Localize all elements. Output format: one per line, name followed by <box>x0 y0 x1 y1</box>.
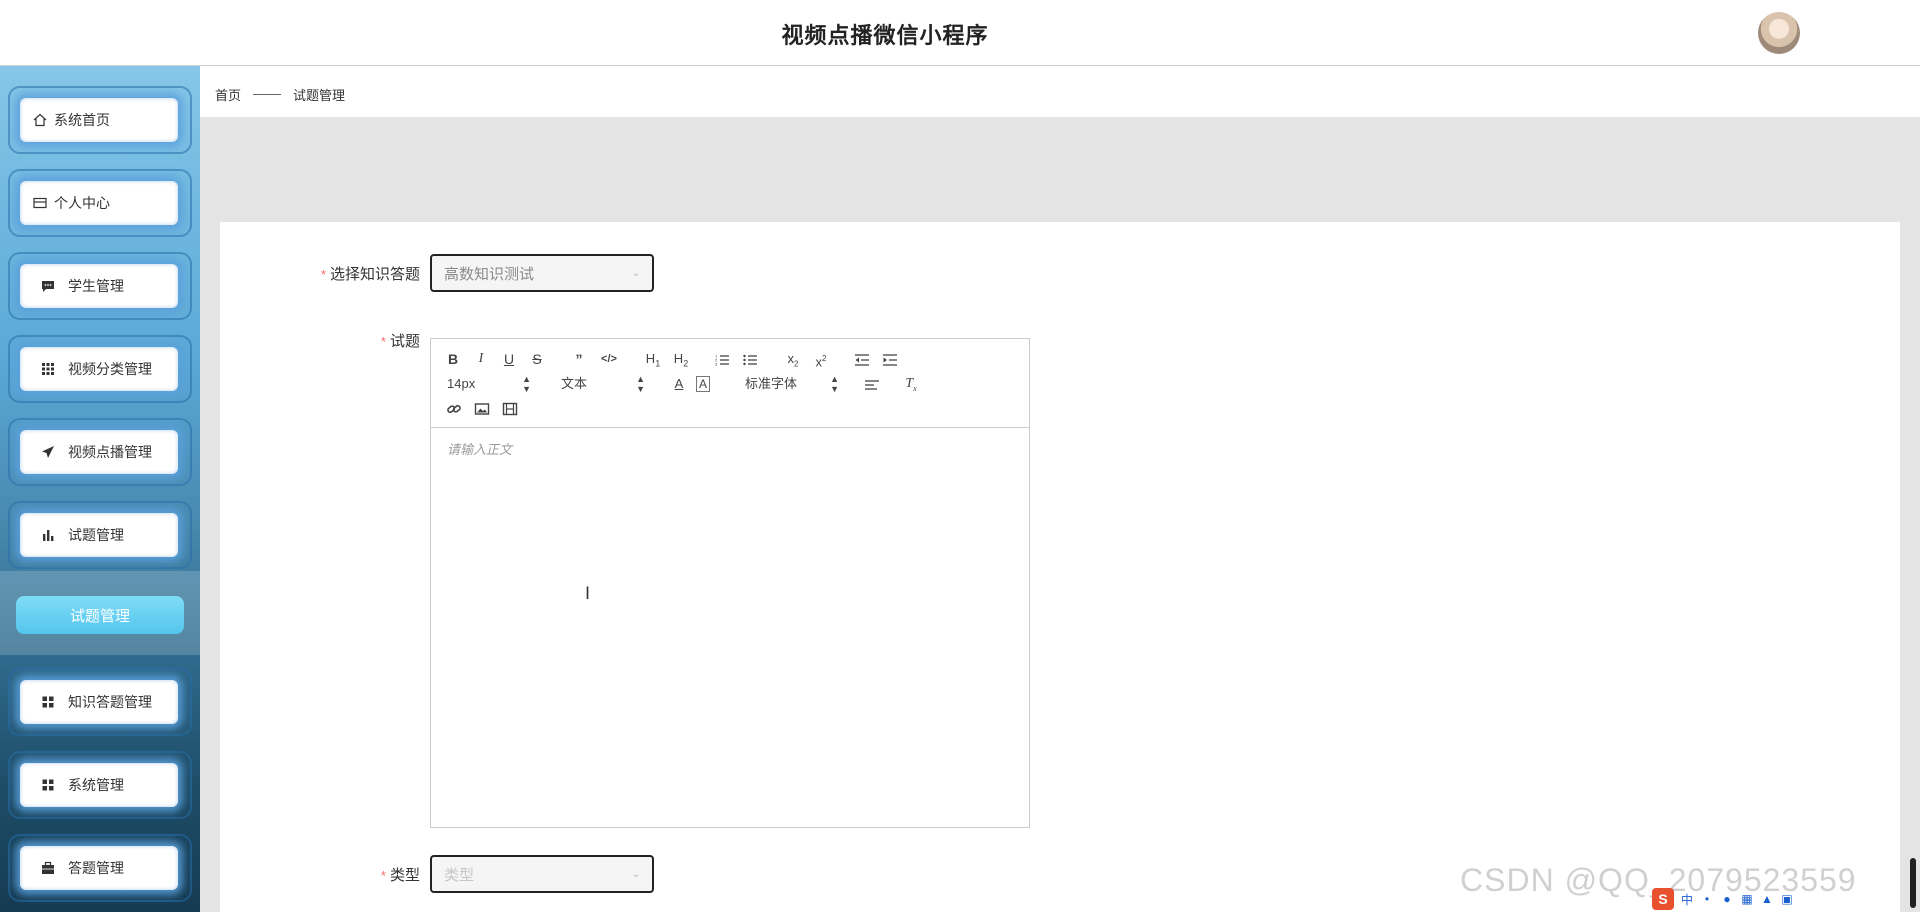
editor-placeholder: 请输入正文 <box>447 442 513 457</box>
keyboard-icon[interactable]: ▦ <box>1740 892 1754 906</box>
clear-format-icon[interactable]: Tx <box>901 374 921 394</box>
app-title: 视频点播微信小程序 <box>781 23 989 48</box>
sidebar-item-students[interactable]: 学生管理 <box>8 252 192 320</box>
sidebar-item-label: 答题管理 <box>68 860 124 876</box>
sidebar-button-profile[interactable]: 个人中心 <box>20 181 178 225</box>
sidebar-item-label: 学生管理 <box>68 278 124 294</box>
font-family-select[interactable]: 标准字体 ▲ ▼ <box>745 374 839 394</box>
image-icon[interactable] <box>473 398 491 418</box>
outdent-icon[interactable] <box>853 349 871 369</box>
code-block-icon[interactable]: </> <box>599 349 619 369</box>
sidebar-button-knowledge-quiz[interactable]: 知识答题管理 <box>20 680 178 724</box>
font-size-select[interactable]: 14px ▲ ▼ <box>447 374 531 394</box>
home-icon <box>32 112 48 128</box>
submenu-item-questions[interactable]: 试题管理 <box>16 596 184 634</box>
sidebar-button-video-category[interactable]: 视频分类管理 <box>20 347 178 391</box>
text-color-icon[interactable]: A <box>671 374 687 394</box>
type-label: * 类型 <box>380 867 420 884</box>
bold-button[interactable]: B <box>445 349 461 369</box>
italic-button[interactable]: I <box>473 349 489 369</box>
sidebar-item-knowledge-quiz[interactable]: 知识答题管理 <box>8 668 192 736</box>
sidebar-button-video-vod[interactable]: 视频点播管理 <box>20 430 178 474</box>
knowledge-quiz-select[interactable]: 高数知识测试 ⌄ <box>430 254 654 292</box>
user-avatar[interactable] <box>1758 12 1800 54</box>
underline-button[interactable]: U <box>501 349 517 369</box>
svg-text:3: 3 <box>715 362 718 367</box>
sidebar-item-label: 系统首页 <box>54 112 110 128</box>
select-arrows-icon: ▲ ▼ <box>636 374 645 394</box>
sidebar-item-label: 视频分类管理 <box>68 361 152 377</box>
ordered-list-icon[interactable]: 123 <box>713 349 731 369</box>
background-color-icon[interactable]: A <box>695 374 711 394</box>
sidebar-item-profile[interactable]: 个人中心 <box>8 169 192 237</box>
video-icon[interactable] <box>501 398 519 418</box>
link-icon[interactable] <box>445 398 463 418</box>
chinese-input-icon[interactable]: 中 <box>1680 892 1694 907</box>
sidebar-item-label: 系统管理 <box>68 777 124 793</box>
editor-toolbar: B I U S ” </> H1 H2 123 x2 x2 14px ▲ ▼ 文本 ▲… <box>431 339 1029 428</box>
superscript-button[interactable]: x2 <box>811 349 831 369</box>
bullet-list-icon[interactable] <box>741 349 759 369</box>
apps-icon <box>40 694 56 710</box>
ime-tray: S 中 • ● ▦ ▲ ▣ <box>1652 888 1794 910</box>
breadcrumb-home[interactable]: 首页 <box>215 85 241 104</box>
subscript-button[interactable]: x2 <box>783 349 803 369</box>
skin-icon[interactable]: ▲ <box>1760 892 1774 906</box>
briefcase-icon <box>40 860 56 876</box>
sidebar-item-label: 试题管理 <box>68 527 124 543</box>
required-mark: * <box>320 267 326 282</box>
knowledge-quiz-label: * 选择知识答题 <box>320 266 420 283</box>
heading-1-button[interactable]: H1 <box>643 349 663 369</box>
required-mark: * <box>380 868 386 883</box>
sidebar-button-students[interactable]: 学生管理 <box>20 264 178 308</box>
strike-button[interactable]: S <box>529 349 545 369</box>
type-select[interactable]: 类型 ⌄ <box>430 855 654 893</box>
text-cursor-icon: I <box>585 584 591 604</box>
breadcrumb-current: 试题管理 <box>293 88 346 103</box>
sogou-ime-icon[interactable]: S <box>1652 888 1674 910</box>
select-arrows-icon: ▲ ▼ <box>830 374 839 394</box>
select-arrows-icon: ▲ ▼ <box>522 374 531 394</box>
chevron-down-icon: ⌄ <box>631 268 640 279</box>
sidebar-button-questions[interactable]: 试题管理 <box>20 513 178 557</box>
sidebar-item-home[interactable]: 系统首页 <box>8 86 192 154</box>
sidebar-item-questions[interactable]: 试题管理 <box>8 501 192 569</box>
sidebar-item-video-category[interactable]: 视频分类管理 <box>8 335 192 403</box>
sidebar-button-home[interactable]: 系统首页 <box>20 98 178 142</box>
sidebar: 系统首页 个人中心 学生管理 视频分类管理 视频点播管理 试题管理 试题管理 知… <box>0 66 200 912</box>
microphone-icon[interactable]: ● <box>1720 892 1734 906</box>
sidebar-item-label: 视频点播管理 <box>68 444 152 460</box>
block-format-select[interactable]: 文本 ▲ ▼ <box>561 374 645 394</box>
question-label: * 试题 <box>380 333 420 350</box>
apps-icon <box>40 777 56 793</box>
type-placeholder: 类型 <box>444 866 475 884</box>
blockquote-icon[interactable]: ” <box>571 349 587 369</box>
punctuation-icon[interactable]: • <box>1700 892 1714 906</box>
indent-icon[interactable] <box>881 349 899 369</box>
align-left-icon[interactable] <box>863 374 881 394</box>
chat-icon <box>40 278 56 294</box>
card-icon <box>32 195 48 211</box>
paper-plane-icon <box>40 444 56 460</box>
scrollbar-thumb[interactable] <box>1910 858 1916 908</box>
sidebar-item-label: 个人中心 <box>54 195 110 211</box>
sidebar-button-answers[interactable]: 答题管理 <box>20 846 178 890</box>
chevron-down-icon: ⌄ <box>631 869 640 880</box>
rich-text-editor[interactable]: B I U S ” </> H1 H2 123 x2 x2 14px ▲ ▼ 文本 ▲… <box>430 338 1030 828</box>
required-mark: * <box>380 334 386 349</box>
sidebar-item-video-vod[interactable]: 视频点播管理 <box>8 418 192 486</box>
toolbox-icon[interactable]: ▣ <box>1780 892 1794 906</box>
breadcrumb-separator <box>253 94 282 95</box>
app-header: 视频点播微信小程序 <box>0 0 1920 66</box>
sidebar-item-system[interactable]: 系统管理 <box>8 751 192 819</box>
heading-2-button[interactable]: H2 <box>671 349 691 369</box>
grid-icon <box>40 361 56 377</box>
sidebar-item-answers[interactable]: 答题管理 <box>8 834 192 902</box>
sidebar-button-system[interactable]: 系统管理 <box>20 763 178 807</box>
sidebar-item-label: 知识答题管理 <box>68 694 152 710</box>
knowledge-quiz-value: 高数知识测试 <box>444 265 535 283</box>
breadcrumb: 首页 试题管理 <box>215 85 345 104</box>
bar-chart-icon <box>40 527 56 543</box>
